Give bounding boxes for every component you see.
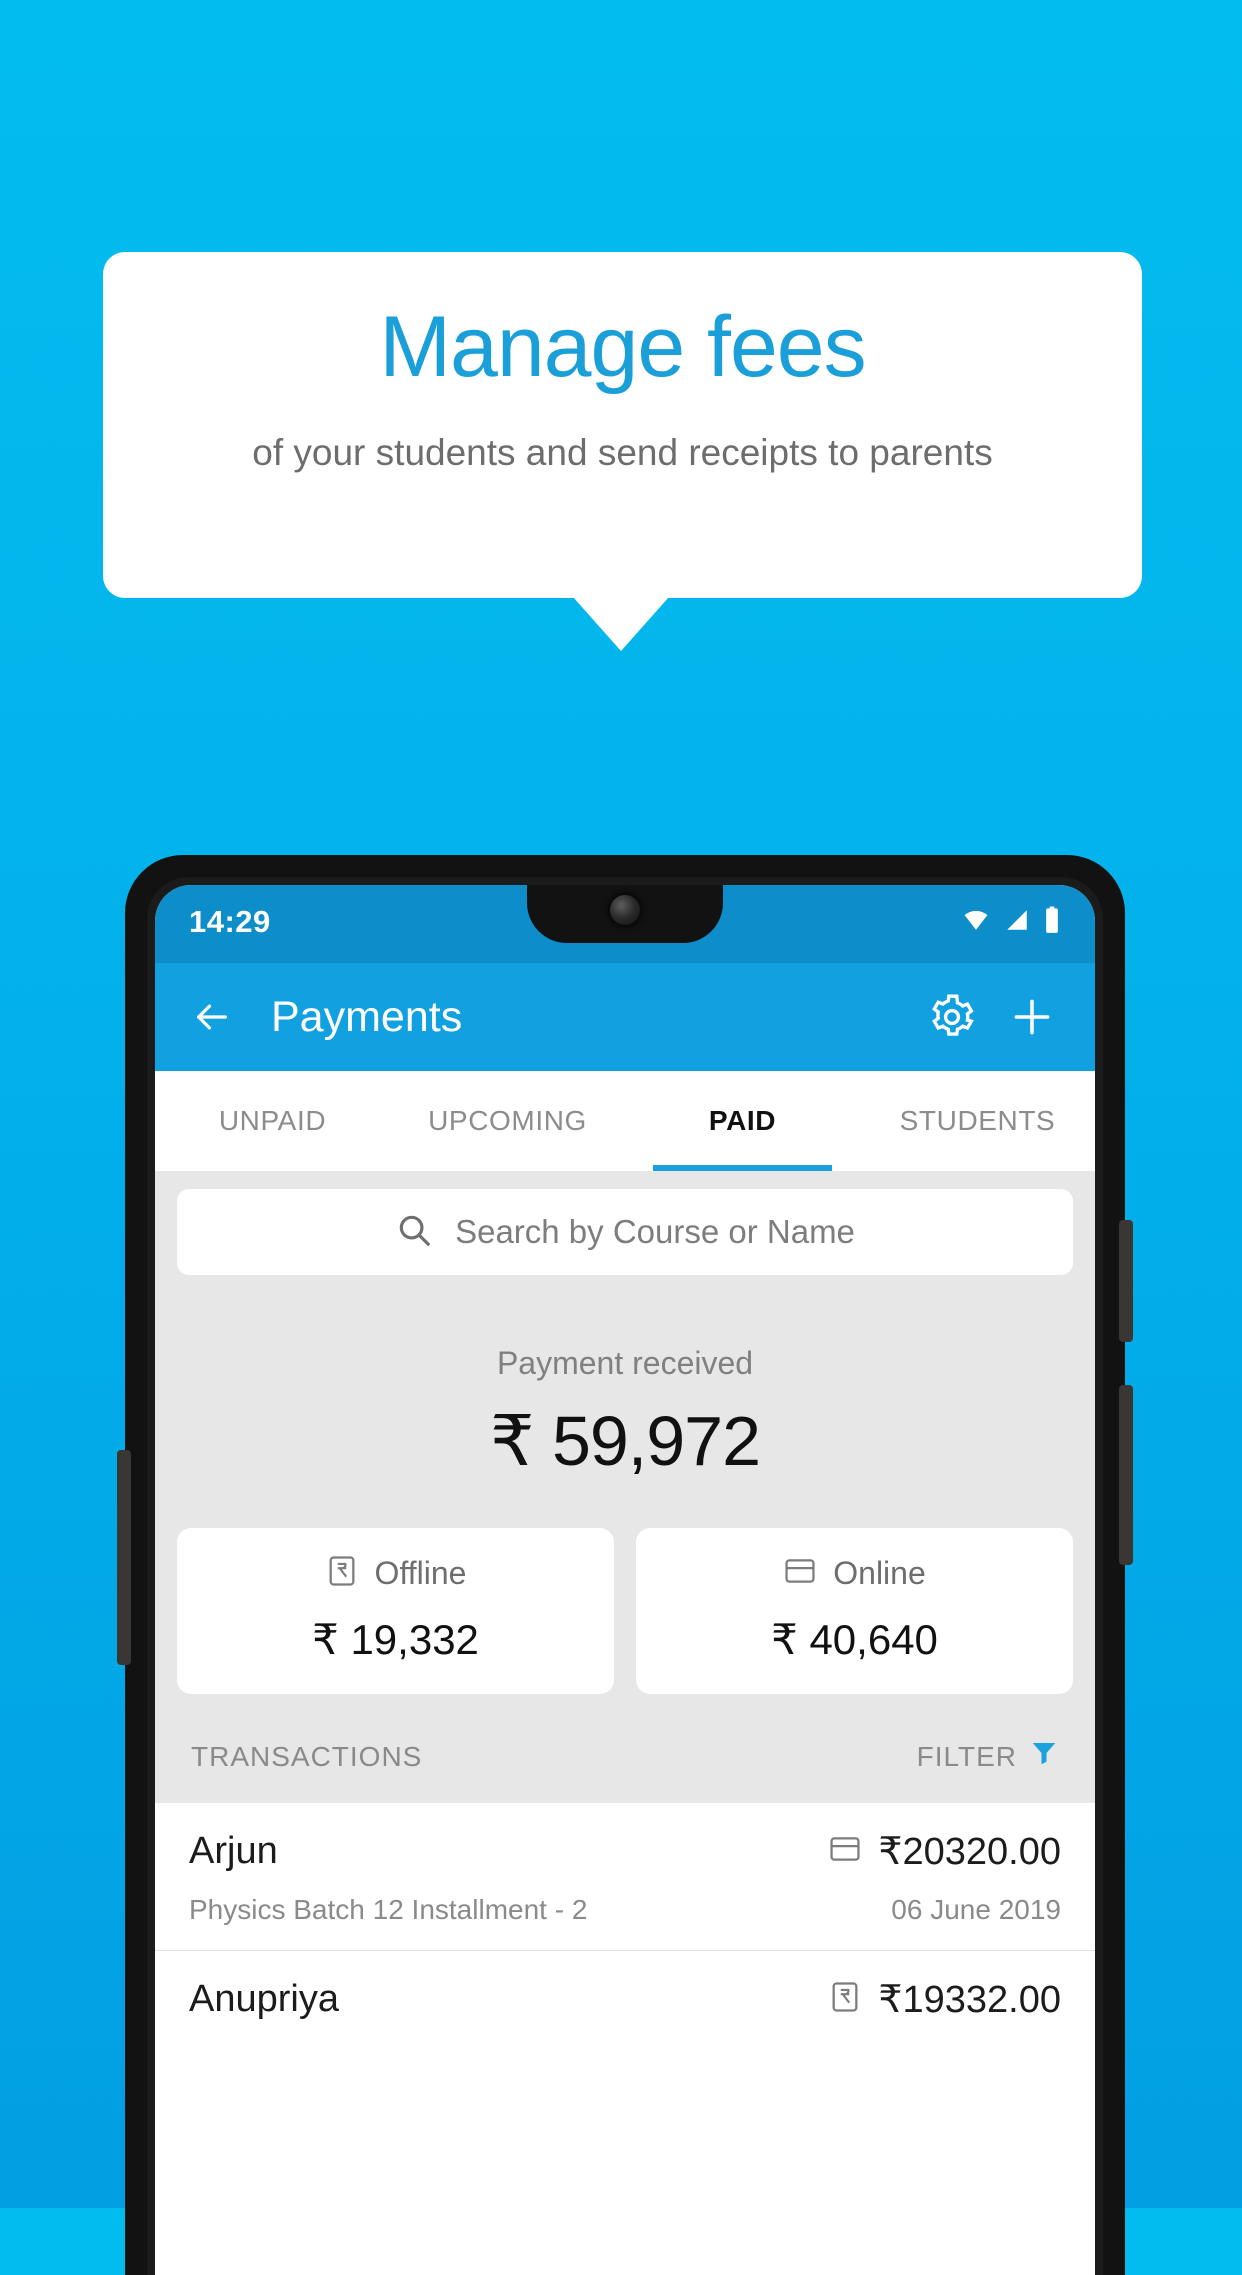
phone-bezel: 14:29 Payments UNPAID UPCOMING PAID STUD… bbox=[147, 877, 1103, 2275]
transaction-list: Arjun ₹20320.00 Physics Batch 12 Install… bbox=[155, 1803, 1095, 2046]
rupee-note-icon bbox=[325, 1554, 359, 1593]
table-row[interactable]: Anupriya ₹19332.00 bbox=[155, 1950, 1095, 2046]
content-area: Search by Course or Name Payment receive… bbox=[155, 1171, 1095, 1803]
promo-bubble: Manage fees of your students and send re… bbox=[103, 252, 1142, 598]
status-time: 14:29 bbox=[189, 904, 271, 939]
tab-upcoming[interactable]: UPCOMING bbox=[390, 1071, 625, 1171]
display-notch bbox=[527, 885, 723, 943]
offline-card-header: Offline bbox=[177, 1554, 614, 1593]
offline-card-label: Offline bbox=[374, 1555, 467, 1591]
online-card-header: Online bbox=[636, 1554, 1073, 1593]
transactions-label: TRANSACTIONS bbox=[191, 1740, 423, 1772]
front-camera-icon bbox=[610, 895, 640, 925]
signal-icon bbox=[1003, 907, 1031, 938]
transaction-amount-group: ₹19332.00 bbox=[828, 1977, 1061, 2022]
summary-amount: ₹ 59,972 bbox=[489, 1402, 761, 1480]
filter-label: FILTER bbox=[916, 1740, 1017, 1772]
status-icons bbox=[961, 906, 1061, 939]
online-card[interactable]: Online ₹ 40,640 bbox=[636, 1528, 1073, 1694]
transaction-amount-group: ₹20320.00 bbox=[828, 1829, 1061, 1874]
promo-bubble-tail bbox=[573, 597, 669, 651]
offline-card[interactable]: Offline ₹ 19,332 bbox=[177, 1528, 614, 1694]
search-icon bbox=[395, 1211, 433, 1254]
tab-bar: UNPAID UPCOMING PAID STUDENTS bbox=[155, 1071, 1095, 1171]
transactions-header: TRANSACTIONS FILTER bbox=[155, 1694, 1095, 1803]
gear-icon[interactable] bbox=[919, 984, 985, 1050]
tab-unpaid[interactable]: UNPAID bbox=[155, 1071, 390, 1171]
transaction-description: Physics Batch 12 Installment - 2 bbox=[189, 1894, 588, 1925]
funnel-icon bbox=[1029, 1738, 1059, 1775]
transaction-primary-row: Anupriya ₹19332.00 bbox=[189, 1977, 1061, 2022]
credit-card-icon bbox=[783, 1554, 817, 1593]
app-bar: Payments bbox=[155, 963, 1095, 1071]
status-bar: 14:29 bbox=[155, 885, 1095, 963]
payment-summary: Payment received ₹ 59,972 bbox=[155, 1275, 1095, 1482]
credit-card-icon bbox=[828, 1832, 862, 1871]
search-container: Search by Course or Name bbox=[155, 1171, 1095, 1275]
transaction-date: 06 June 2019 bbox=[891, 1894, 1061, 1925]
online-card-amount: ₹ 40,640 bbox=[771, 1616, 938, 1663]
search-placeholder: Search by Course or Name bbox=[455, 1213, 855, 1250]
wifi-icon bbox=[961, 907, 991, 938]
summary-label: Payment received bbox=[496, 1345, 754, 1381]
phone-screen: 14:29 Payments UNPAID UPCOMING PAID STUD… bbox=[155, 885, 1095, 2275]
transaction-amount: ₹19332.00 bbox=[878, 1979, 1061, 2021]
phone-assistant-button[interactable] bbox=[117, 1450, 131, 1665]
back-arrow-icon[interactable] bbox=[185, 990, 239, 1044]
phone-volume-button[interactable] bbox=[1119, 1385, 1133, 1565]
battery-icon bbox=[1043, 906, 1061, 939]
tab-students[interactable]: STUDENTS bbox=[860, 1071, 1095, 1171]
rupee-note-icon bbox=[828, 1980, 862, 2019]
online-card-label: Online bbox=[833, 1555, 926, 1591]
transaction-name: Arjun bbox=[189, 1830, 278, 1872]
search-input[interactable]: Search by Course or Name bbox=[177, 1189, 1073, 1275]
promo-title: Manage fees bbox=[379, 299, 866, 395]
method-cards: Offline ₹ 19,332 Online ₹ 40,640 bbox=[155, 1482, 1095, 1694]
transaction-amount: ₹20320.00 bbox=[878, 1831, 1061, 1873]
transaction-secondary-row: Physics Batch 12 Installment - 2 06 June… bbox=[189, 1894, 1061, 1926]
plus-icon[interactable] bbox=[999, 984, 1065, 1050]
transaction-primary-row: Arjun ₹20320.00 bbox=[189, 1829, 1061, 1874]
tab-paid[interactable]: PAID bbox=[625, 1071, 860, 1171]
transaction-name: Anupriya bbox=[189, 1978, 339, 2020]
table-row[interactable]: Arjun ₹20320.00 Physics Batch 12 Install… bbox=[155, 1803, 1095, 1950]
phone-power-button[interactable] bbox=[1119, 1220, 1133, 1342]
promo-subtitle: of your students and send receipts to pa… bbox=[252, 432, 993, 473]
page-title: Payments bbox=[271, 992, 463, 1041]
offline-card-amount: ₹ 19,332 bbox=[312, 1616, 479, 1663]
filter-button[interactable]: FILTER bbox=[917, 1738, 1059, 1775]
phone-mockup: 14:29 Payments UNPAID UPCOMING PAID STUD… bbox=[117, 855, 1133, 2275]
